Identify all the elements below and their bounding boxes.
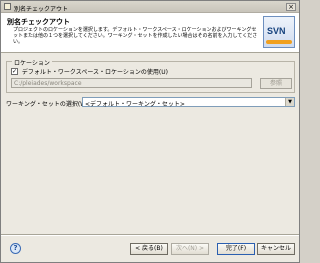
svn-logo-icon: SVN	[263, 16, 295, 48]
default-location-row[interactable]: ✓ デフォルト・ワークスペース・ロケーションの使用(U)	[11, 67, 168, 76]
chevron-down-icon[interactable]: ▼	[285, 98, 294, 106]
location-path-field[interactable]: C:/pleiades/workspace	[11, 78, 252, 88]
window-title: 別名チェックアウト	[14, 6, 69, 13]
svn-logo-stripe	[266, 40, 292, 44]
browse-button[interactable]: 参照	[260, 78, 292, 89]
help-button[interactable]: ?	[10, 243, 21, 254]
dialog-icon	[4, 3, 11, 10]
working-set-select[interactable]: <デフォルト・ワーキング・セット> ▼	[82, 97, 295, 108]
wizard-header: 別名チェックアウト プロジェクトのロケーションを選択します。デフォルト・ワークス…	[1, 13, 299, 53]
close-button[interactable]: ×	[286, 3, 296, 11]
back-button[interactable]: < 戻る(B)	[130, 243, 168, 255]
finish-button[interactable]: 完了(F)	[217, 243, 255, 255]
page-description: プロジェクトのロケーションを選択します。デフォルト・ワークスペース・ロケーション…	[13, 27, 258, 45]
checkout-dialog: 別名チェックアウト × 別名チェックアウト プロジェクトのロケーションを選択しま…	[0, 0, 300, 263]
location-group-title: ロケーション	[12, 58, 52, 67]
cancel-button[interactable]: キャンセル	[257, 243, 295, 255]
page-title: 別名チェックアウト	[7, 18, 70, 26]
location-group: ロケーション ✓ デフォルト・ワークスペース・ロケーションの使用(U) C:/p…	[6, 58, 295, 93]
default-location-label: デフォルト・ワークスペース・ロケーションの使用(U)	[21, 69, 168, 76]
title-bar[interactable]: 別名チェックアウト ×	[1, 1, 299, 13]
svn-logo-text: SVN	[267, 26, 286, 36]
next-button[interactable]: 次へ(N) >	[171, 243, 209, 255]
default-location-checkbox[interactable]: ✓	[11, 68, 18, 75]
working-set-value: <デフォルト・ワーキング・セット>	[85, 101, 185, 108]
working-set-label: ワーキング・セットの選択(W):	[6, 101, 91, 108]
footer-divider	[1, 234, 299, 236]
